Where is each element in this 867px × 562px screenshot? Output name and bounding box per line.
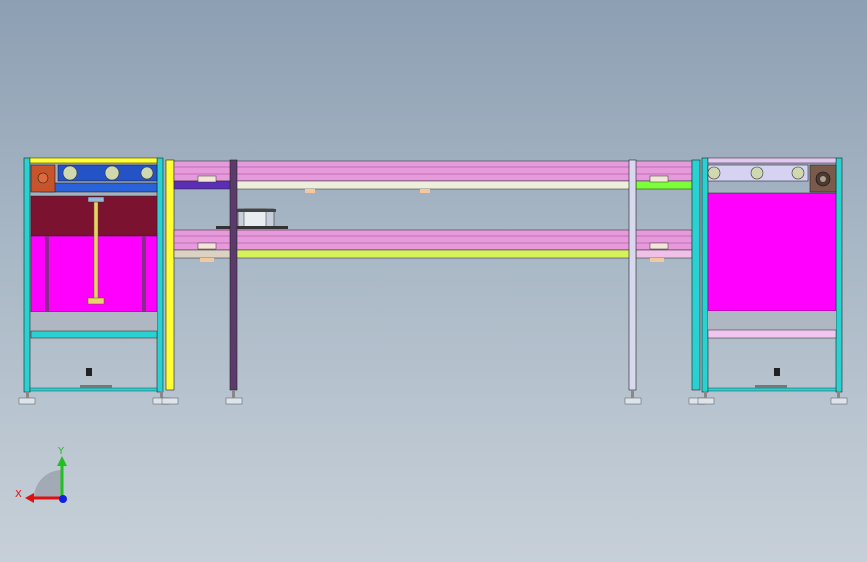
motor-shaft: [37, 172, 49, 184]
left-yellow-column: [161, 159, 179, 405]
foot: [830, 397, 848, 405]
view-orientation-triad[interactable]: Y X: [15, 446, 67, 503]
foot-stem: [232, 390, 235, 398]
foot-stem: [837, 391, 840, 398]
left-panel-divider: [142, 236, 146, 312]
rail-clamp: [197, 175, 217, 183]
right-station: [697, 157, 848, 405]
foot-stem: [631, 390, 634, 398]
left-frame-post-inner: [156, 157, 164, 393]
foot-stem: [704, 391, 707, 398]
middle-leg-left: [229, 159, 238, 391]
left-base-bar: [29, 387, 158, 392]
right-frame-post-outer: [835, 157, 843, 393]
x-axis-label: X: [15, 489, 22, 500]
foot-stem: [26, 391, 29, 398]
right-sensor: [774, 368, 780, 376]
rail-bolt: [305, 189, 315, 193]
lower-rail-green: [235, 249, 631, 259]
right-base-bar: [707, 387, 837, 392]
right-top-bar: [707, 157, 837, 164]
right-frame-post-inner: [701, 157, 709, 393]
right-lower-bay: [708, 311, 836, 331]
foot: [697, 397, 715, 405]
foot: [161, 397, 179, 405]
foot: [624, 397, 642, 405]
y-axis-label: Y: [57, 446, 65, 457]
lower-rail-end-left: [173, 249, 233, 259]
foot-stem: [160, 391, 163, 398]
rail-clamp: [197, 242, 217, 250]
belt-pulley: [707, 166, 721, 180]
left-station: [18, 157, 170, 405]
belt-pulley: [62, 165, 78, 181]
upper-rail-cream: [231, 180, 631, 190]
triad-plane: [34, 470, 62, 498]
rail-bolt: [200, 258, 214, 262]
rail-bolt: [650, 258, 664, 262]
belt-pulley: [791, 166, 805, 180]
lower-rail-end-right: [635, 249, 693, 259]
left-crossbar: [30, 330, 158, 339]
left-lower-bay: [31, 312, 157, 332]
rail-clamp: [649, 175, 669, 183]
left-belt-lower: [39, 182, 158, 193]
belt-pulley: [750, 166, 764, 180]
foot: [225, 397, 243, 405]
lift-screw: [93, 199, 99, 301]
upper-rail: [173, 160, 693, 182]
z-axis-dot: [59, 495, 67, 503]
cad-viewport[interactable]: Y X: [0, 0, 867, 562]
left-frame-post-outer: [23, 157, 31, 393]
middle-leg-right: [628, 159, 637, 391]
belt-pulley: [104, 165, 120, 181]
left-sensor-plate: [80, 385, 112, 388]
lower-rail: [173, 229, 693, 251]
foot: [18, 397, 36, 405]
left-sensor: [86, 368, 92, 376]
lift-screw-cap: [87, 196, 105, 203]
left-top-bar: [29, 157, 158, 164]
roller-spool-flange: [234, 209, 276, 212]
right-panel: [707, 192, 837, 312]
belt-pulley: [140, 166, 154, 180]
roller-base: [216, 226, 288, 229]
rail-bolt: [420, 189, 430, 193]
left-panel-divider: [45, 236, 49, 312]
middle-conveyor: [173, 159, 693, 405]
lift-screw-base: [87, 297, 105, 305]
right-crossbar: [707, 329, 837, 339]
right-sensor-plate: [755, 385, 787, 388]
rail-clamp: [649, 242, 669, 250]
